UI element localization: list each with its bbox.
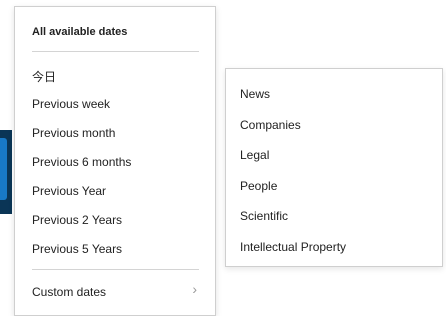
date-filter-menu: All available dates 今日 Previous week Pre… <box>14 6 216 316</box>
date-option-previous-year[interactable]: Previous Year <box>32 184 106 198</box>
background-panel-edge <box>0 130 12 214</box>
date-option-previous-2-years[interactable]: Previous 2 Years <box>32 213 122 227</box>
date-option-previous-6-months[interactable]: Previous 6 months <box>32 155 131 169</box>
category-option-people[interactable]: People <box>240 179 277 193</box>
date-option-previous-month[interactable]: Previous month <box>32 126 115 140</box>
category-option-intellectual-property[interactable]: Intellectual Property <box>240 240 346 254</box>
date-option-previous-week[interactable]: Previous week <box>32 97 110 111</box>
category-option-companies[interactable]: Companies <box>240 118 301 132</box>
date-menu-divider-top <box>32 51 199 52</box>
date-option-today[interactable]: 今日 <box>32 68 56 85</box>
background-accent <box>0 138 7 200</box>
category-option-scientific[interactable]: Scientific <box>240 209 288 223</box>
date-menu-header: All available dates <box>32 26 128 38</box>
chevron-right-icon: › <box>192 281 197 297</box>
category-option-legal[interactable]: Legal <box>240 148 269 162</box>
date-option-previous-5-years[interactable]: Previous 5 Years <box>32 242 122 256</box>
date-menu-divider-bottom <box>32 269 199 270</box>
category-option-news[interactable]: News <box>240 87 270 101</box>
custom-dates-label: Custom dates <box>32 285 107 299</box>
custom-dates-option[interactable]: Custom dates › <box>32 281 199 301</box>
category-filter-menu: News Companies Legal People Scientific I… <box>225 68 443 267</box>
